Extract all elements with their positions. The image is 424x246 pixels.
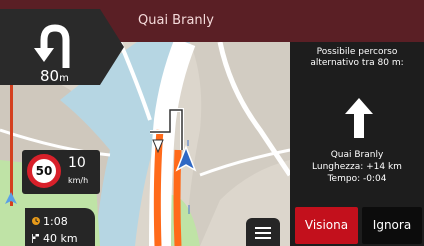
remaining-distance: 40 km xyxy=(43,232,78,245)
u-turn-icon xyxy=(34,24,70,68)
navigation-screen: Quai Branly 80m 50 10 km/h 1:08 40 km Po… xyxy=(0,0,424,246)
alternative-route-title: Possibile percorso alternativo tra 80 m: xyxy=(310,47,404,68)
remaining-time-row: 1:08 xyxy=(31,215,68,228)
arrow-up-icon xyxy=(345,98,373,138)
turn-distance-value: 80 xyxy=(40,67,60,85)
speed-limit-sign: 50 xyxy=(27,154,61,188)
route-line xyxy=(173,149,182,246)
menu-icon-bar xyxy=(255,232,271,234)
ignore-alternative-button[interactable]: Ignora xyxy=(362,207,422,244)
speed-unit: km/h xyxy=(68,176,89,185)
flag-icon xyxy=(32,234,39,243)
speed-limit-value: 50 xyxy=(35,164,53,178)
remaining-distance-row: 40 km xyxy=(31,232,78,245)
alternative-route-street: Quai Branly xyxy=(330,150,384,160)
menu-icon-bar xyxy=(255,237,271,239)
alternative-route-length: Lunghezza: +14 km xyxy=(312,162,402,172)
menu-button[interactable] xyxy=(246,218,280,246)
turn-distance-unit: m xyxy=(59,73,69,84)
remaining-time: 1:08 xyxy=(43,215,68,228)
trip-info-panel[interactable]: 1:08 40 km xyxy=(25,208,95,246)
menu-icon xyxy=(255,227,271,229)
speed-panel: 50 10 km/h xyxy=(22,150,100,194)
alternative-route-time: Tempo: -0:04 xyxy=(327,174,387,184)
clock-icon xyxy=(32,217,40,225)
current-speed-value: 10 xyxy=(68,155,86,171)
current-street-name: Quai Branly xyxy=(138,13,214,28)
gps-position-icon xyxy=(5,192,17,204)
turn-distance: 80m xyxy=(40,67,69,85)
view-alternative-button[interactable]: Visiona xyxy=(295,207,358,244)
next-turn-panel[interactable]: 80m xyxy=(0,9,124,85)
